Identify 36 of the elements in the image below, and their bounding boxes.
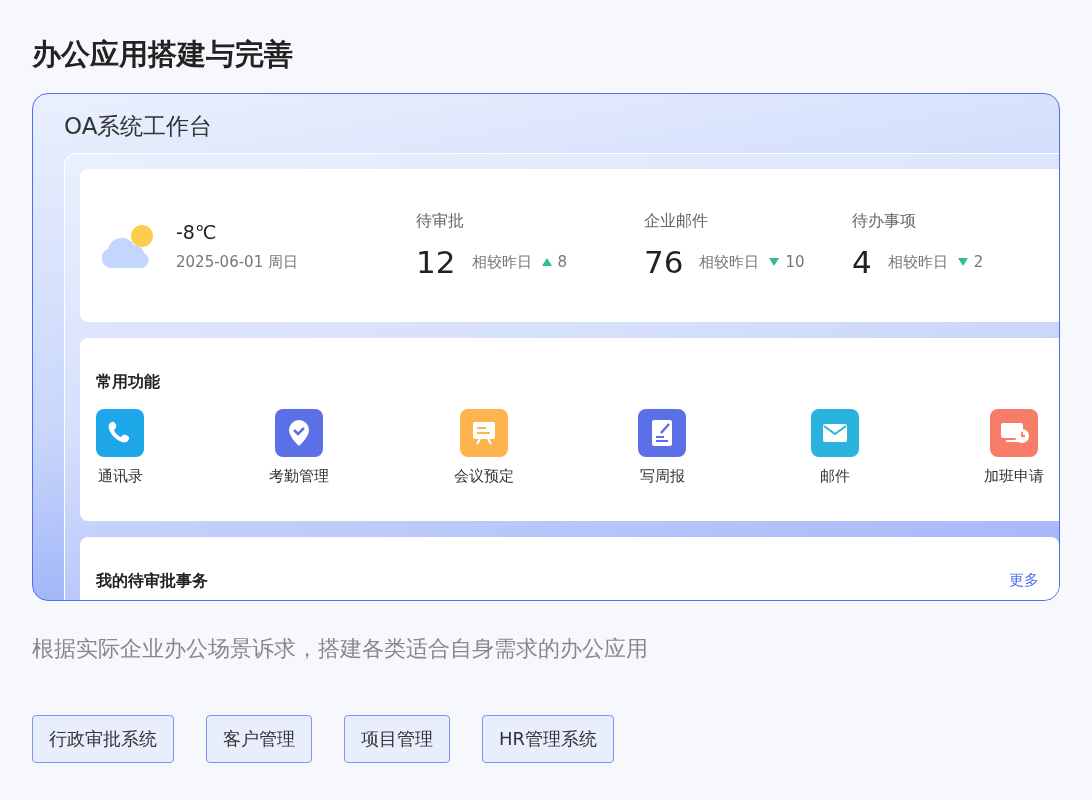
app-label: 通讯录	[97, 467, 143, 486]
stat-value: 12	[416, 244, 456, 280]
app-label: 邮件	[820, 467, 851, 486]
stat-value: 76	[644, 244, 684, 280]
tag-button[interactable]: 客户管理	[206, 715, 312, 763]
description-text: 根据实际企业办公场景诉求，搭建各类适合自身需求的办公应用	[32, 635, 649, 663]
page-title: 办公应用搭建与完善	[32, 36, 294, 73]
section-title: 常用功能	[96, 372, 161, 393]
mail-app-icon[interactable]	[811, 409, 860, 457]
delta-value: 2	[973, 253, 984, 271]
app-label: 加班申请	[984, 467, 1044, 486]
stat-label: 待审批	[416, 211, 466, 232]
delta-value: 8	[557, 253, 568, 271]
app-label: 会议预定	[453, 467, 514, 486]
app-label: 写周报	[639, 467, 685, 486]
monitor-app-icon[interactable]	[990, 409, 1038, 457]
stat-label: 企业邮件	[644, 211, 709, 232]
compare-label: 相较昨日	[887, 252, 948, 272]
more-link[interactable]: 更多	[1009, 571, 1039, 600]
phone-app-icon[interactable]	[96, 409, 144, 457]
compare-label: 相较昨日	[471, 252, 532, 272]
section-title: 我的待审批事务	[96, 571, 208, 592]
document-app-icon[interactable]	[638, 409, 687, 457]
date-text: 2025-06-01 周日	[176, 253, 298, 272]
tag-button[interactable]: 行政审批系统	[32, 715, 174, 763]
delta-value: 10	[785, 253, 805, 271]
stat-label: 待办事项	[852, 211, 918, 232]
app-label: 考勤管理	[268, 467, 329, 486]
tag-button[interactable]: 项目管理	[344, 715, 450, 763]
stat-value: 4	[852, 244, 872, 280]
board-app-icon[interactable]	[459, 409, 508, 457]
tag-button[interactable]: HR管理系统	[482, 715, 615, 763]
workbench-title: OA系统工作台	[64, 112, 214, 141]
compare-label: 相较昨日	[699, 252, 760, 272]
temperature: -8℃	[176, 220, 218, 245]
location-app-icon[interactable]	[274, 409, 323, 457]
